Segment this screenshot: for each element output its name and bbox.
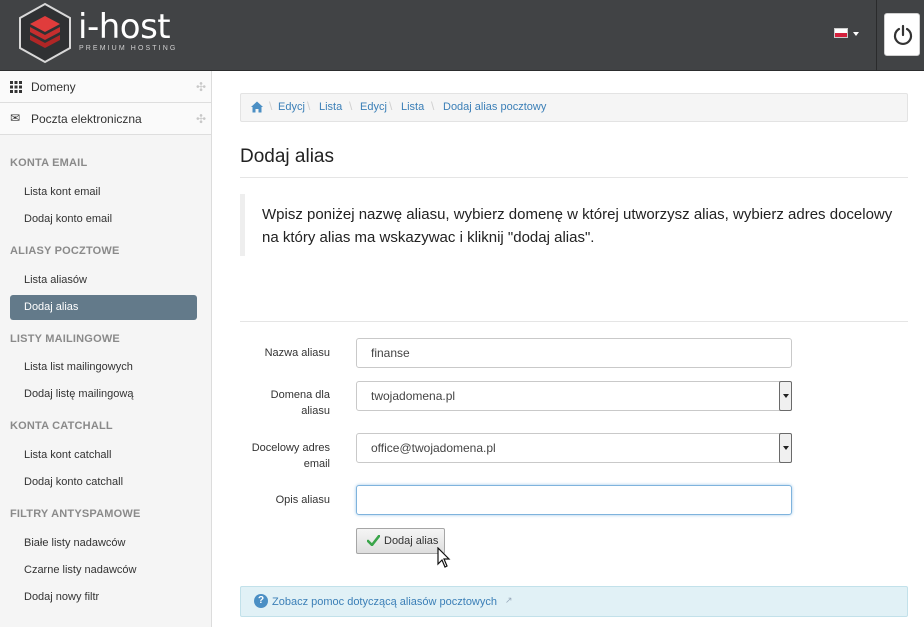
breadcrumb-link[interactable]: Edycj bbox=[360, 101, 387, 113]
section-filtry-antyspamowe: FILTRY ANTYSPAMOWE bbox=[10, 508, 141, 520]
grid-icon bbox=[10, 81, 22, 93]
brand-tagline: PREMIUM HOSTING bbox=[79, 45, 178, 52]
dropdown-arrow-icon[interactable] bbox=[779, 381, 792, 411]
home-icon[interactable] bbox=[251, 101, 263, 113]
language-switcher[interactable] bbox=[834, 27, 860, 41]
flag-pl-icon bbox=[834, 28, 848, 38]
external-link-icon: ↗ bbox=[505, 595, 513, 605]
sidebar-item-domeny[interactable]: Domeny ✣ bbox=[0, 71, 211, 103]
nav-dodaj-konto-catchall[interactable]: Dodaj konto catchall bbox=[10, 470, 197, 495]
logout-button[interactable] bbox=[884, 13, 920, 56]
help-icon: ? bbox=[254, 594, 268, 608]
breadcrumb-current[interactable]: Dodaj alias pocztowy bbox=[443, 101, 546, 113]
breadcrumb: \ Edycj \ Lista \ Edycj \ Lista \ Dodaj … bbox=[240, 93, 908, 122]
dropdown-arrow-icon[interactable] bbox=[779, 433, 792, 463]
alias-name-label: Nazwa aliasu bbox=[264, 347, 330, 359]
nav-lista-kont-email[interactable]: Lista kont email bbox=[10, 180, 197, 205]
title-divider bbox=[240, 177, 908, 178]
nav-czarne-listy[interactable]: Czarne listy nadawców bbox=[10, 558, 197, 583]
breadcrumb-link[interactable]: Edycj bbox=[278, 101, 305, 113]
target-email-select[interactable]: office@twojadomena.pl bbox=[356, 433, 792, 463]
breadcrumb-link[interactable]: Lista bbox=[401, 101, 424, 113]
header-divider bbox=[876, 0, 877, 71]
caret-down-icon bbox=[853, 32, 859, 36]
alias-description-label: Opis aliasu bbox=[275, 494, 330, 506]
alias-description-input[interactable] bbox=[356, 485, 792, 515]
add-alias-button-label: Dodaj alias bbox=[384, 535, 439, 547]
target-email-label: Docelowy adres email bbox=[251, 442, 330, 470]
form-divider bbox=[240, 321, 908, 322]
target-email-select-value: office@twojadomena.pl bbox=[371, 441, 496, 455]
sidebar-item-poczta[interactable]: ✉ Poczta elektroniczna ✣ bbox=[0, 103, 211, 135]
breadcrumb-separator: \ bbox=[431, 99, 435, 113]
checkmark-icon bbox=[367, 535, 380, 546]
sidebar: Domeny ✣ ✉ Poczta elektroniczna ✣ KONTA … bbox=[0, 71, 212, 627]
breadcrumb-link[interactable]: Lista bbox=[319, 101, 342, 113]
envelope-icon: ✉ bbox=[10, 111, 21, 125]
alias-name-input[interactable]: finanse bbox=[356, 338, 792, 368]
nav-lista-list-mailingowych[interactable]: Lista list mailingowych bbox=[10, 355, 197, 380]
help-link[interactable]: Zobacz pomoc dotyczącą aliasów pocztowyc… bbox=[272, 596, 497, 608]
breadcrumb-separator: \ bbox=[349, 99, 353, 113]
mouse-cursor-icon bbox=[437, 547, 451, 568]
sidebar-item-label: Poczta elektroniczna bbox=[31, 112, 142, 126]
section-konta-email: KONTA EMAIL bbox=[10, 157, 88, 169]
intro-text: Wpisz poniżej nazwę aliasu, wybierz dome… bbox=[240, 194, 908, 256]
power-icon bbox=[893, 24, 913, 46]
nav-dodaj-nowy-filtr[interactable]: Dodaj nowy filtr bbox=[10, 585, 197, 610]
nav-biale-listy[interactable]: Białe listy nadawców bbox=[10, 531, 197, 556]
breadcrumb-separator: \ bbox=[269, 99, 273, 113]
nav-dodaj-liste-mailingowa[interactable]: Dodaj listę mailingową bbox=[10, 382, 197, 407]
domain-label: Domena dla aliasu bbox=[270, 389, 330, 417]
help-box: ? Zobacz pomoc dotyczącą aliasów pocztow… bbox=[240, 586, 908, 617]
breadcrumb-separator: \ bbox=[389, 99, 393, 113]
move-icon: ✣ bbox=[196, 80, 207, 94]
add-alias-button[interactable]: Dodaj alias bbox=[356, 528, 445, 554]
page-title: Dodaj alias bbox=[240, 146, 334, 167]
nav-lista-kont-catchall[interactable]: Lista kont catchall bbox=[10, 443, 197, 468]
top-header: i-host PREMIUM HOSTING bbox=[0, 0, 924, 71]
domain-select[interactable]: twojadomena.pl bbox=[356, 381, 792, 411]
logo-icon[interactable] bbox=[14, 2, 76, 64]
domain-select-value: twojadomena.pl bbox=[371, 389, 456, 403]
section-listy-mailingowe: LISTY MAILINGOWE bbox=[10, 333, 120, 345]
nav-dodaj-konto-email[interactable]: Dodaj konto email bbox=[10, 207, 197, 232]
breadcrumb-separator: \ bbox=[307, 99, 311, 113]
sidebar-item-label: Domeny bbox=[31, 80, 76, 94]
move-icon: ✣ bbox=[196, 112, 207, 126]
brand-name[interactable]: i-host bbox=[78, 10, 171, 44]
section-aliasy-pocztowe: ALIASY POCZTOWE bbox=[10, 245, 120, 257]
section-konta-catchall: KONTA CATCHALL bbox=[10, 420, 113, 432]
nav-dodaj-alias[interactable]: Dodaj alias bbox=[10, 295, 197, 320]
nav-lista-aliasow[interactable]: Lista aliasów bbox=[10, 268, 197, 293]
